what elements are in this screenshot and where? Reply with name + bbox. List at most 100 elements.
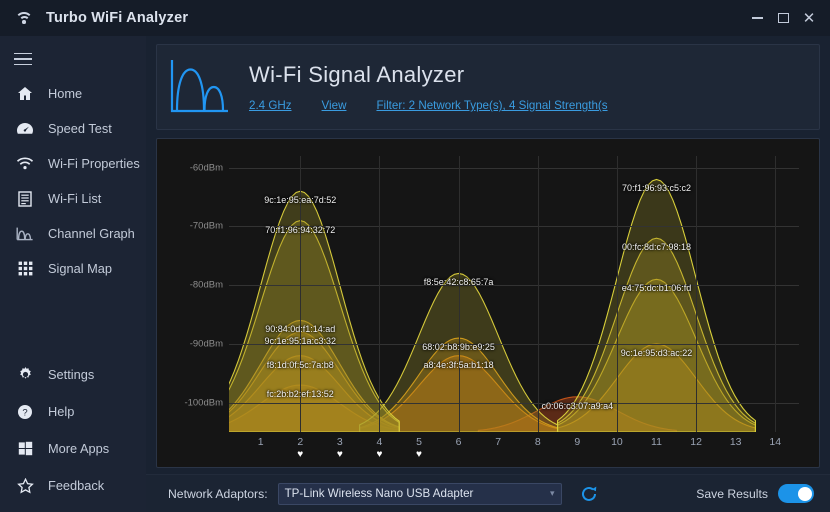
network-bssid-label: 9c:1e:95:d3:ac:22 xyxy=(620,347,693,358)
gridline-horizontal xyxy=(229,285,799,287)
sidebar-label: Speed Test xyxy=(48,121,112,136)
sidebar-item-settings[interactable]: Settings xyxy=(0,356,146,393)
y-axis-tick-label: -100dBm xyxy=(184,397,223,409)
network-bssid-label: e4:75:dc:b1:06:fd xyxy=(621,283,692,294)
title-bar: Turbo WiFi Analyzer ✕ xyxy=(0,0,830,36)
chart-card: -60dBm -70dBm -80dBm -90dBm -100dBm 1 2 ♥ 3 ♥ 4 ♥ 5 ♥… xyxy=(156,138,820,468)
window-controls: ✕ xyxy=(744,0,830,36)
sidebar-label: More Apps xyxy=(48,441,110,456)
x-axis-tick-label: 9 xyxy=(574,436,581,448)
x-axis-tick-label: 2 xyxy=(297,436,304,448)
network-bssid-label: 70:f1:96:93:c5:c2 xyxy=(621,183,692,194)
gridline-horizontal xyxy=(229,402,799,404)
chevron-down-icon: ▾ xyxy=(550,488,555,498)
sidebar-label: Settings xyxy=(48,367,95,382)
view-link[interactable]: View xyxy=(322,99,347,112)
sidebar-item-home[interactable]: Home xyxy=(0,76,146,111)
adapter-select-value: TP-Link Wireless Nano USB Adapter xyxy=(284,487,474,500)
svg-text:?: ? xyxy=(22,407,27,418)
x-axis-tick-label: 3 xyxy=(336,436,343,448)
maximize-button[interactable] xyxy=(770,0,796,36)
sidebar-label: Help xyxy=(48,404,75,419)
x-axis-tick-label: 13 xyxy=(729,436,742,448)
refresh-icon[interactable] xyxy=(580,485,598,503)
app-window: Turbo WiFi Analyzer ✕ Home Speed Test Wi… xyxy=(0,0,830,512)
speedometer-icon xyxy=(14,119,36,139)
gridline-vertical xyxy=(379,156,381,432)
heart-icon[interactable]: ♥ xyxy=(297,450,303,460)
gridline-vertical xyxy=(537,156,539,432)
sidebar-item-help[interactable]: ? Help xyxy=(0,393,146,430)
y-axis-tick-label: -90dBm xyxy=(189,338,223,350)
sidebar: Home Speed Test Wi-Fi Properties Wi-Fi L… xyxy=(0,36,146,512)
sidebar-bottom-group: Settings ? Help More Apps Feedback xyxy=(0,356,146,504)
save-results-label: Save Results xyxy=(696,486,768,501)
app-title: Turbo WiFi Analyzer xyxy=(46,10,189,26)
sidebar-label: Signal Map xyxy=(48,261,113,276)
wifi-icon xyxy=(14,154,36,174)
sidebar-label: Feedback xyxy=(48,478,105,493)
windows-icon xyxy=(14,439,36,459)
network-bssid-label: 68:02:b8:9b:e9:25 xyxy=(422,342,495,353)
sidebar-label: Home xyxy=(48,86,83,101)
network-bssid-label: fc:2b:b2:ef:13:52 xyxy=(266,389,334,400)
x-axis-tick-label: 6 xyxy=(455,436,462,448)
main-panel: Wi-Fi Signal Analyzer 2.4 GHz View Filte… xyxy=(146,36,830,512)
filter-link[interactable]: Filter: 2 Network Type(s), 4 Signal Stre… xyxy=(376,99,607,112)
x-axis-tick-label: 1 xyxy=(257,436,264,448)
network-bssid-label: 70:f1:96:94:32:72 xyxy=(265,224,336,235)
x-axis-tick-label: 8 xyxy=(534,436,541,448)
sidebar-label: Wi-Fi List xyxy=(48,191,102,206)
band-link[interactable]: 2.4 GHz xyxy=(249,99,292,112)
sidebar-item-feedback[interactable]: Feedback xyxy=(0,467,146,504)
sidebar-item-more-apps[interactable]: More Apps xyxy=(0,430,146,467)
sidebar-item-speed-test[interactable]: Speed Test xyxy=(0,111,146,146)
hamburger-icon[interactable] xyxy=(0,36,146,76)
sidebar-item-wifi-properties[interactable]: Wi-Fi Properties xyxy=(0,146,146,181)
signal-plot[interactable]: -60dBm -70dBm -80dBm -90dBm -100dBm 1 2 ♥ 3 ♥ 4 ♥ 5 ♥… xyxy=(184,156,799,460)
gridline-vertical xyxy=(775,156,777,432)
network-bssid-label: 90:84:0d:f1:14:ad xyxy=(265,324,336,335)
heart-icon[interactable]: ♥ xyxy=(337,450,343,460)
x-axis-tick-label: 7 xyxy=(495,436,502,448)
x-axis-tick-label: 12 xyxy=(690,436,702,448)
x-axis-tick-label: 4 xyxy=(376,436,383,448)
save-results-group: Save Results xyxy=(696,484,814,503)
bottom-bar: Network Adaptors: TP-Link Wireless Nano … xyxy=(146,474,830,512)
y-axis-tick-label: -60dBm xyxy=(189,162,223,174)
sidebar-label: Wi-Fi Properties xyxy=(48,156,140,171)
signal-curve[interactable] xyxy=(556,178,757,432)
sidebar-item-channel-graph[interactable]: Channel Graph xyxy=(0,216,146,251)
gridline-horizontal xyxy=(229,167,799,169)
signal-chart-icon xyxy=(157,44,243,130)
minimize-button[interactable] xyxy=(744,0,770,36)
network-bssid-label: 9c:1e:95:1a:c3:32 xyxy=(264,336,337,347)
sidebar-item-signal-map[interactable]: Signal Map xyxy=(0,251,146,286)
question-icon: ? xyxy=(14,402,36,422)
adapter-select[interactable]: TP-Link Wireless Nano USB Adapter ▾ xyxy=(277,482,562,505)
x-axis-tick-label: 5 xyxy=(416,436,422,448)
save-results-toggle[interactable] xyxy=(778,484,814,503)
close-button[interactable]: ✕ xyxy=(796,0,822,36)
heart-icon[interactable]: ♥ xyxy=(416,450,422,460)
page-title: Wi-Fi Signal Analyzer xyxy=(249,62,465,87)
header-card: Wi-Fi Signal Analyzer 2.4 GHz View Filte… xyxy=(156,44,820,130)
heart-icon[interactable]: ♥ xyxy=(376,450,382,460)
network-bssid-label: c0:06:c3:07:a9:a4 xyxy=(541,400,614,411)
network-bssid-label: 00:fc:8d:c7:98:18 xyxy=(621,242,692,253)
network-adaptors-label: Network Adaptors: xyxy=(168,486,268,501)
network-bssid-label: 9c:1e:95:ea:7d:52 xyxy=(264,195,337,206)
x-axis-tick-label: 11 xyxy=(651,436,662,448)
sidebar-item-wifi-list[interactable]: Wi-Fi List xyxy=(0,181,146,216)
wifi-icon xyxy=(14,9,34,27)
y-axis-tick-label: -80dBm xyxy=(189,279,223,291)
gridline-vertical xyxy=(616,156,618,432)
x-axis-tick-label: 10 xyxy=(611,436,623,448)
home-icon xyxy=(14,84,36,104)
chart-icon xyxy=(14,224,36,244)
y-axis-tick-label: -70dBm xyxy=(189,220,223,232)
header-text: Wi-Fi Signal Analyzer 2.4 GHz View Filte… xyxy=(243,62,608,112)
grid-icon xyxy=(14,259,36,279)
network-bssid-label: a8:4e:3f:5a:b1:18 xyxy=(423,359,494,370)
network-bssid-label: f8:1d:0f:5c:7a:b8 xyxy=(266,359,334,370)
